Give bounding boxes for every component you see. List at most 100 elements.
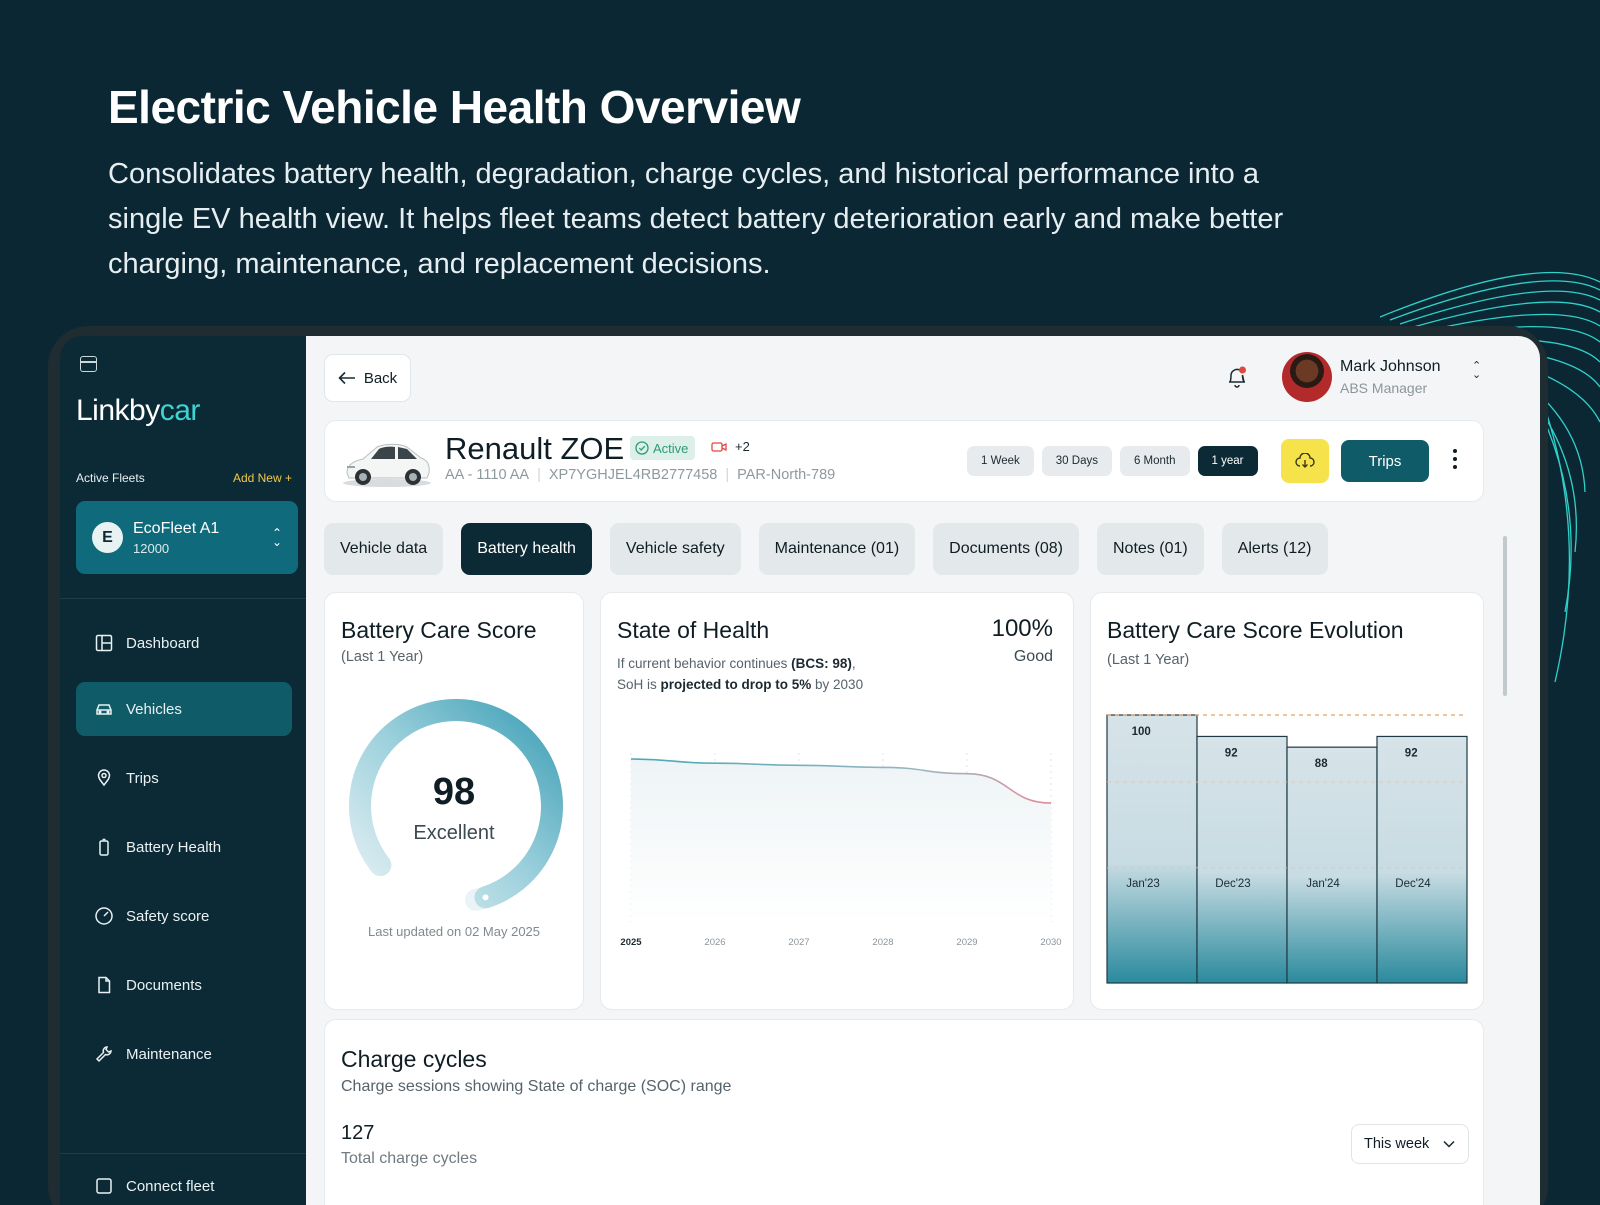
sidebar-divider [60,598,307,599]
bar [1196,735,1288,984]
sidebar-toggle-icon[interactable] [80,356,97,372]
sidebar-item-safety-score[interactable]: Safety score [76,889,292,943]
tab-vehicle-safety[interactable]: Vehicle safety [609,523,741,575]
charge-cycles-label: Total charge cycles [341,1150,478,1167]
tab-alerts[interactable]: Alerts (12) [1221,523,1328,575]
sidebar-item-label: Safety score [126,907,210,925]
sidebar-item-maintenance[interactable]: Maintenance [76,1027,292,1081]
fleet-selector[interactable]: E EcoFleet A1 12000 ⌃ ⌄ [76,501,298,574]
state-of-health-card: State of Health 100% Good If current beh… [600,592,1074,1010]
document-icon [94,975,114,995]
vehicle-header-card: Renault ZOE Active +2 AA - 1110 AA | XP7Y… [324,420,1484,502]
battery-icon [94,837,114,857]
download-button[interactable] [1281,439,1329,483]
tab-maintenance[interactable]: Maintenance (01) [758,523,916,575]
x-tick-label: 2027 [788,937,809,948]
sidebar-item-dashboard[interactable]: Dashboard [76,616,292,670]
gauge-icon [94,906,114,926]
location-pin-icon [94,768,114,788]
x-tick-label: 2025 [620,937,642,948]
bar-value-label: 88 [1315,758,1328,770]
time-range-selector: 1 Week 30 Days 6 Month 1 year [967,446,1258,476]
vehicle-name: Renault ZOE [445,431,625,466]
vehicle-plate: AA - 1110 AA [445,467,530,483]
chevron-updown-icon: ⌃ ⌄ [271,525,282,549]
range-1-week-button[interactable]: 1 Week [967,446,1034,476]
soh-description: If current behavior continues (BCS: 98),… [617,656,864,692]
sidebar-item-label: Documents [126,976,202,994]
check-circle-icon [635,441,649,455]
charge-cycles-count: 127 [341,1122,375,1144]
cloud-download-icon [1295,453,1315,468]
period-dropdown[interactable]: This week [1351,1124,1469,1164]
sidebar-item-label: Trips [126,769,159,787]
sidebar: Linkbycar Active Fleets Add New + E EcoF… [60,336,307,1205]
car-icon [94,699,114,719]
category-label: Dec'24 [1395,878,1431,890]
back-label: Back [363,369,398,387]
sidebar-item-connect-fleet[interactable]: Connect fleet [76,1174,292,1198]
page-title: Electric Vehicle Health Overview [108,81,801,133]
soh-line-chart: 2025 2026 2027 2028 2029 2030 [620,753,1062,948]
card-subtitle: (Last 1 Year) [1107,652,1190,668]
vehicle-vin: XP7YGHJEL4RB2777458 [548,467,718,483]
avatar[interactable] [1282,352,1332,402]
sidebar-divider [60,1153,307,1154]
tab-notes[interactable]: Notes (01) [1097,523,1204,575]
category-label: Dec'23 [1215,878,1250,890]
tab-vehicle-data[interactable]: Vehicle data [324,523,444,575]
vehicle-meta: AA - 1110 AA | XP7YGHJEL4RB2777458 | PAR-N… [445,467,836,483]
soh-status: Good [1013,648,1053,665]
wrench-icon [94,1044,114,1064]
last-updated: Last updated on 02 May 2025 [367,924,541,939]
user-name: Mark Johnson [1340,358,1441,375]
sidebar-item-label: Vehicles [126,700,182,718]
add-new-fleet-link[interactable]: Add New + [233,471,292,485]
sidebar-item-label: Connect fleet [126,1177,215,1195]
sidebar-item-label: Dashboard [126,634,200,652]
plus-square-icon [94,1176,114,1196]
category-label: Jan'24 [1306,878,1340,890]
camera-icon [711,441,727,452]
range-1-year-button[interactable]: 1 year [1197,446,1258,476]
range-6-month-button[interactable]: 6 Month [1119,446,1190,476]
fleet-count: 12000 [133,540,170,556]
card-subtitle: (Last 1 Year) [341,649,424,665]
sidebar-item-vehicles[interactable]: Vehicles [76,682,292,736]
x-tick-label: 2028 [872,937,893,948]
sidebar-item-trips[interactable]: Trips [76,751,292,805]
soh-series-area [631,759,1051,923]
x-tick-label: 2029 [956,937,977,948]
status-badge: Active [630,436,696,460]
tab-battery-health[interactable]: Battery health [461,523,592,575]
notification-bell-icon[interactable] [1226,365,1248,389]
charge-cycles-card: Charge cycles Charge sessions showing St… [324,1019,1484,1205]
sidebar-item-battery-health[interactable]: Battery Health [76,820,292,874]
fleet-name: EcoFleet A1 [133,519,220,537]
page-subtitle: Consolidates battery health, degradation… [108,158,1284,280]
dashboard-icon [94,633,114,653]
category-label: Jan'23 [1126,878,1160,890]
card-title: Battery Care Score Evolution [1107,617,1404,643]
main-content: Back Mark Johnson ABS Manager ⌃ ⌄ Renault… [306,336,1540,1205]
active-fleets-label: Active Fleets [76,471,145,485]
bar-value-label: 92 [1225,747,1238,759]
card-title: Charge cycles [341,1046,487,1072]
back-button[interactable]: Back [324,354,411,402]
bar [1286,746,1378,984]
chevron-updown-icon[interactable]: ⌃ ⌄ [1472,361,1481,381]
range-30-days-button[interactable]: 30 Days [1041,446,1112,476]
extra-tags[interactable]: +2 [711,439,750,454]
sidebar-item-label: Battery Health [126,838,222,856]
fleet-avatar: E [92,522,123,553]
soh-percent: 100% [991,615,1053,642]
sidebar-item-documents[interactable]: Documents [76,958,292,1012]
trips-button[interactable]: Trips [1341,440,1429,482]
bar [1106,714,1198,984]
card-subtitle: Charge sessions showing State of charge … [341,1078,732,1095]
score-label: Excellent [413,822,495,844]
scrollbar[interactable] [1503,536,1507,696]
more-options-icon[interactable] [1451,449,1459,469]
score-value: 98 [432,771,476,813]
tab-documents[interactable]: Documents (08) [933,523,1079,575]
